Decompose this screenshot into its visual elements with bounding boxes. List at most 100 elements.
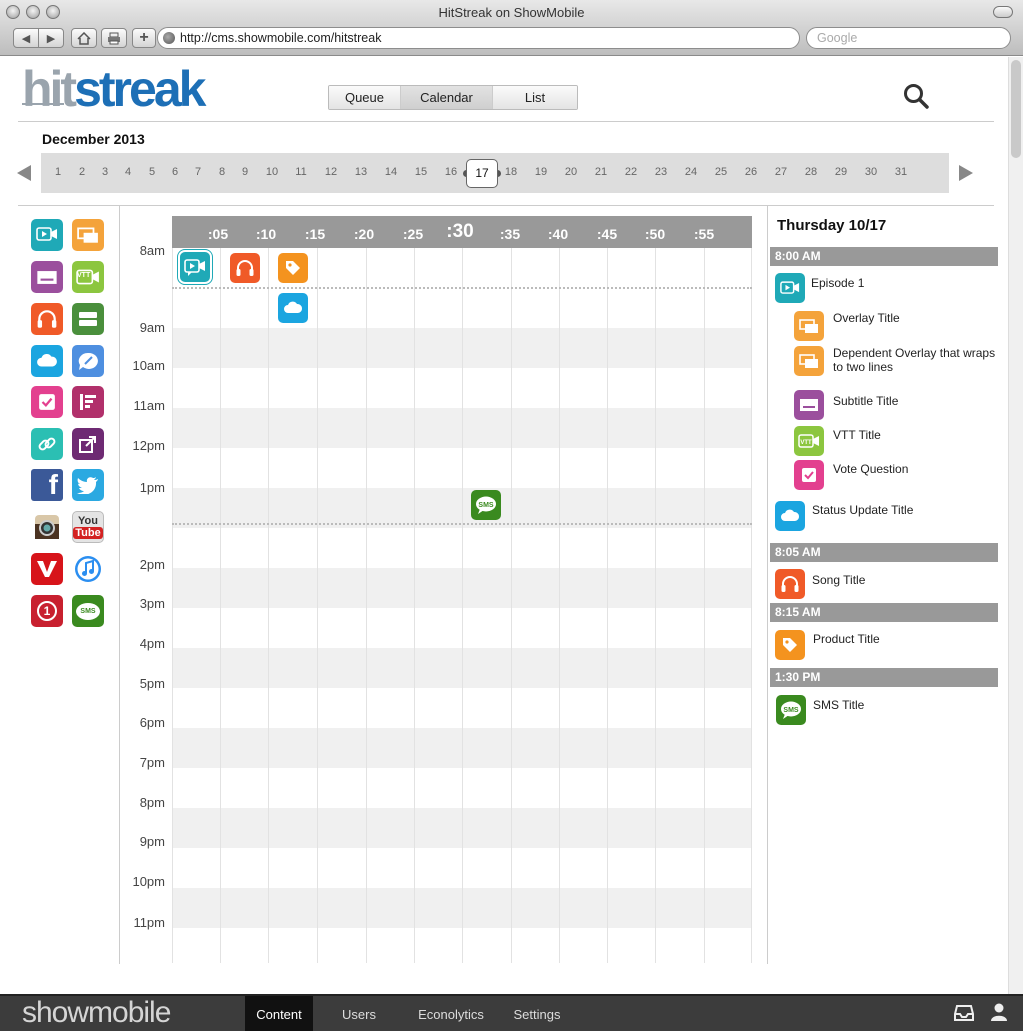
one-text: 1 [37, 601, 57, 621]
event-song[interactable] [230, 253, 260, 283]
agenda-item-label[interactable]: Overlay Title [833, 311, 900, 325]
day-14[interactable]: 14 [379, 166, 403, 178]
tab-list[interactable]: List [493, 86, 577, 109]
agenda-item-label[interactable]: Dependent Overlay that wraps to two line… [833, 346, 1001, 374]
palette-song-icon[interactable] [31, 303, 63, 335]
agenda-item-label[interactable]: Product Title [813, 632, 880, 646]
palette-comment-icon[interactable] [72, 345, 104, 377]
day-5[interactable]: 5 [140, 166, 164, 178]
palette-layers-icon[interactable] [72, 303, 104, 335]
day-23[interactable]: 23 [649, 166, 673, 178]
palette-itunes-icon[interactable] [72, 553, 104, 585]
minute-label: :20 [353, 226, 375, 242]
day-20[interactable]: 20 [559, 166, 583, 178]
next-month-arrow-icon[interactable] [959, 165, 973, 181]
hitstreak-logo[interactable]: hitstreak [22, 62, 206, 116]
palette-one-icon[interactable]: 1 [31, 595, 63, 627]
day-18[interactable]: 18 [499, 166, 523, 178]
tag-icon [286, 261, 300, 275]
palette-subtitle-icon[interactable] [31, 261, 63, 293]
palette-facebook-icon[interactable]: f [31, 469, 63, 501]
toolbar-toggle-button[interactable] [993, 6, 1013, 18]
agenda-item-label[interactable]: Episode 1 [811, 276, 864, 290]
footer-tab-users[interactable]: Users [330, 996, 388, 1031]
footer-tab-settings[interactable]: Settings [505, 996, 569, 1031]
palette-vevo-icon[interactable] [31, 553, 63, 585]
palette-instagram-icon[interactable] [31, 511, 63, 543]
back-button[interactable]: ◀ [13, 28, 39, 48]
print-icon [108, 32, 120, 44]
user-icon[interactable] [990, 1002, 1008, 1022]
day-25[interactable]: 25 [709, 166, 733, 178]
agenda-item-label[interactable]: SMS Title [813, 698, 864, 712]
tab-queue[interactable]: Queue [329, 86, 401, 109]
day-31[interactable]: 31 [889, 166, 913, 178]
print-button[interactable] [101, 28, 127, 48]
day-11[interactable]: 11 [289, 166, 313, 178]
day-10[interactable]: 10 [260, 166, 284, 178]
agenda-item-label[interactable]: Subtitle Title [833, 394, 898, 408]
search-icon[interactable] [903, 83, 929, 109]
day-6[interactable]: 6 [163, 166, 187, 178]
hour-label: 5pm [139, 676, 165, 691]
agenda-item-label[interactable]: VTT Title [833, 428, 881, 442]
event-product[interactable] [278, 253, 308, 283]
event-video[interactable] [177, 249, 213, 285]
palette-link-icon[interactable] [31, 428, 63, 460]
palette-overlay-icon[interactable] [72, 219, 104, 251]
palette-vote-icon[interactable] [31, 386, 63, 418]
day-4[interactable]: 4 [116, 166, 140, 178]
palette-share-icon[interactable] [72, 428, 104, 460]
grid-column-line [655, 248, 656, 963]
palette-list-icon[interactable] [72, 386, 104, 418]
home-button[interactable] [71, 28, 97, 48]
browser-search-input[interactable]: Google [806, 27, 1011, 49]
day-27[interactable]: 27 [769, 166, 793, 178]
palette-video-icon[interactable] [31, 219, 63, 251]
day-7[interactable]: 7 [186, 166, 210, 178]
view-switcher: Queue Calendar List [328, 85, 578, 110]
day-8[interactable]: 8 [210, 166, 234, 178]
tab-calendar[interactable]: Calendar [401, 86, 493, 109]
agenda-item-label[interactable]: Vote Question [833, 462, 908, 476]
cloud-icon [775, 501, 805, 531]
add-bookmark-button[interactable]: + [132, 28, 156, 48]
agenda-item-label[interactable]: Status Update Title [812, 503, 913, 517]
inbox-icon[interactable] [954, 1004, 974, 1022]
day-12[interactable]: 12 [319, 166, 343, 178]
event-sms[interactable]: SMS [471, 490, 501, 520]
day-3[interactable]: 3 [93, 166, 117, 178]
selected-day[interactable]: 17 [466, 159, 498, 188]
address-bar[interactable]: http://cms.showmobile.com/hitstreak [157, 27, 800, 49]
day-30[interactable]: 30 [859, 166, 883, 178]
palette-sms-icon[interactable]: SMS [72, 595, 104, 627]
day-13[interactable]: 13 [349, 166, 373, 178]
hour-label: 10am [132, 358, 165, 373]
day-26[interactable]: 26 [739, 166, 763, 178]
forward-button[interactable]: ▶ [38, 28, 64, 48]
page-scrollbar[interactable] [1008, 57, 1023, 995]
day-28[interactable]: 28 [799, 166, 823, 178]
day-19[interactable]: 19 [529, 166, 553, 178]
day-15[interactable]: 15 [409, 166, 433, 178]
day-29[interactable]: 29 [829, 166, 853, 178]
day-2[interactable]: 2 [70, 166, 94, 178]
palette-vtt-icon[interactable]: VTT [72, 261, 104, 293]
footer-tab-content[interactable]: Content [245, 996, 313, 1031]
day-16[interactable]: 16 [439, 166, 463, 178]
event-status-update[interactable] [278, 293, 308, 323]
footer-tab-econolytics[interactable]: Econolytics [408, 996, 494, 1031]
previous-month-arrow-icon[interactable] [17, 165, 31, 181]
vtt-icon: VTT [794, 426, 824, 456]
day-9[interactable]: 9 [233, 166, 257, 178]
scrollbar-thumb[interactable] [1011, 60, 1021, 158]
palette-youtube-icon[interactable]: You Tube [72, 511, 104, 543]
day-22[interactable]: 22 [619, 166, 643, 178]
palette-twitter-icon[interactable] [72, 469, 104, 501]
day-1[interactable]: 1 [46, 166, 70, 178]
day-24[interactable]: 24 [679, 166, 703, 178]
palette-status-update-icon[interactable] [31, 345, 63, 377]
day-21[interactable]: 21 [589, 166, 613, 178]
agenda-item-label[interactable]: Song Title [812, 573, 865, 587]
showmobile-logo[interactable]: showmobile [22, 994, 171, 1031]
